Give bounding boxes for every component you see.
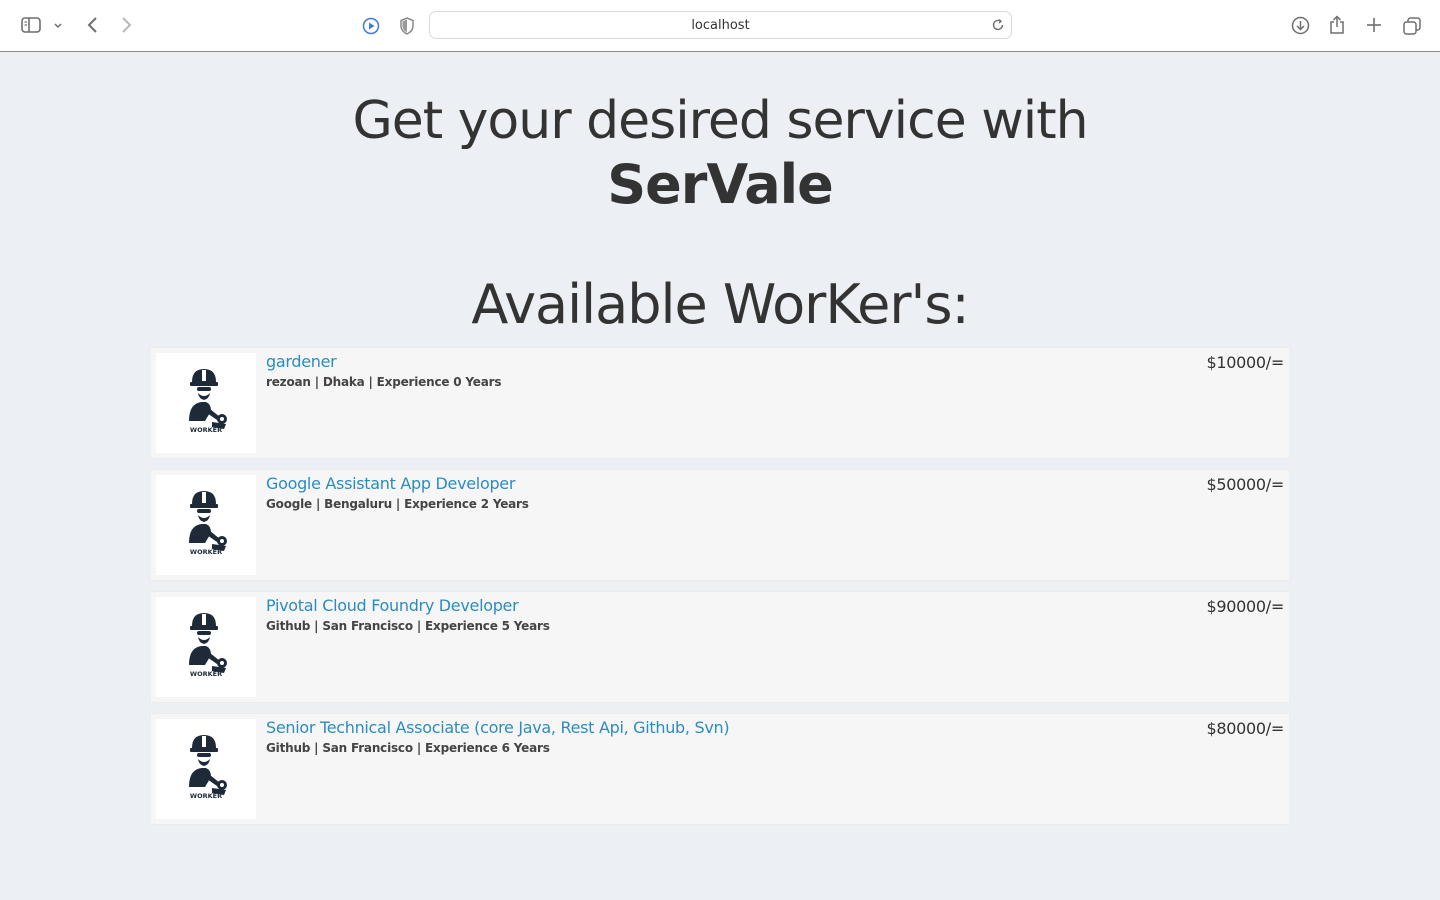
worker-logo: WORKER — [156, 719, 256, 819]
worker-card: WORKER gardener rezoan | Dhaka | Experie… — [150, 347, 1290, 459]
browser-toolbar: localhost — [0, 0, 1440, 52]
tabs-overview-icon[interactable] — [1402, 16, 1422, 36]
worker-meta: Github | San Francisco | Experience 5 Ye… — [266, 619, 550, 633]
worker-title-link[interactable]: gardener — [266, 352, 337, 371]
hero-heading: Get your desired service with SerVale — [0, 88, 1440, 216]
worker-price: $50000/= — [1206, 475, 1285, 494]
worker-logo-text: WORKER — [190, 426, 222, 434]
media-play-icon[interactable] — [361, 16, 381, 36]
chevron-right-icon[interactable] — [119, 15, 135, 35]
shield-icon[interactable] — [398, 16, 416, 36]
worker-meta: Google | Bengaluru | Experience 2 Years — [266, 497, 529, 511]
worker-logo: WORKER — [156, 353, 256, 453]
worker-price: $80000/= — [1206, 719, 1285, 738]
worker-card: WORKER Pivotal Cloud Foundry Developer G… — [150, 591, 1290, 703]
worker-card: WORKER Google Assistant App Developer Go… — [150, 469, 1290, 581]
worker-logo-text: WORKER — [190, 548, 222, 556]
chevron-left-icon[interactable] — [84, 15, 100, 35]
worker-logo: WORKER — [156, 597, 256, 697]
chevron-down-icon[interactable] — [52, 20, 64, 30]
sidebar-icon[interactable] — [20, 16, 42, 34]
address-bar[interactable]: localhost — [429, 11, 1012, 39]
worker-meta: rezoan | Dhaka | Experience 0 Years — [266, 375, 502, 389]
share-icon[interactable] — [1328, 14, 1346, 36]
worker-logo-text: WORKER — [190, 792, 222, 800]
brand-name: SerVale — [607, 153, 834, 216]
worker-logo: WORKER — [156, 475, 256, 575]
worker-title-link[interactable]: Pivotal Cloud Foundry Developer — [266, 596, 519, 615]
worker-title-link[interactable]: Google Assistant App Developer — [266, 474, 515, 493]
worker-title-link[interactable]: Senior Technical Associate (core Java, R… — [266, 718, 730, 737]
download-icon[interactable] — [1290, 15, 1310, 35]
worker-card: WORKER Senior Technical Associate (core … — [150, 713, 1290, 825]
worker-list: WORKER gardener rezoan | Dhaka | Experie… — [150, 347, 1290, 835]
reload-icon[interactable] — [991, 18, 1005, 36]
section-title: Available WorKer's: — [471, 273, 969, 336]
worker-price: $90000/= — [1206, 597, 1285, 616]
worker-logo-text: WORKER — [190, 670, 222, 678]
hero-tagline: Get your desired service with — [352, 91, 1088, 151]
worker-meta: Github | San Francisco | Experience 6 Ye… — [266, 741, 550, 755]
worker-price: $10000/= — [1206, 353, 1285, 372]
plus-icon[interactable] — [1365, 16, 1383, 34]
address-url: localhost — [691, 17, 750, 33]
